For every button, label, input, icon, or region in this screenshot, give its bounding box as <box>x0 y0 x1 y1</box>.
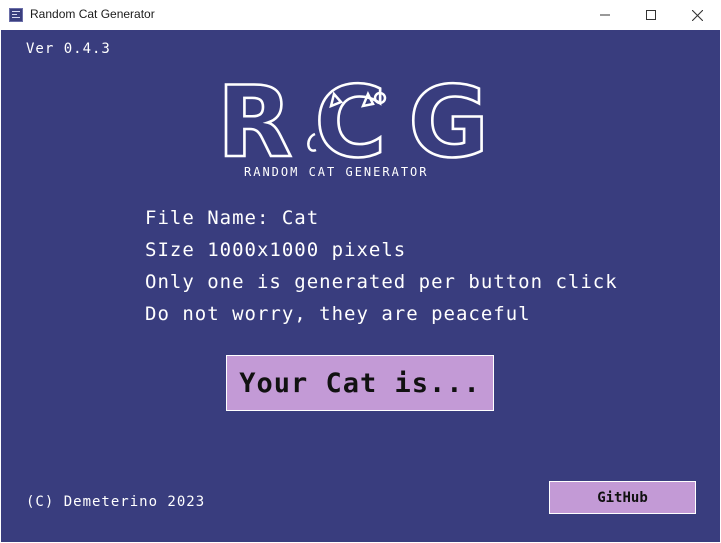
github-button[interactable]: GitHub <box>549 481 696 514</box>
info-block: File Name: Cat SIze 1000x1000 pixels Onl… <box>145 202 618 330</box>
app-window: Random Cat Generator Ver 0.4.3 RCG RANDO… <box>0 0 721 543</box>
maximize-button[interactable] <box>628 0 674 30</box>
info-line-filename: File Name: Cat <box>145 207 320 229</box>
app-subtitle: RANDOM CAT GENERATOR <box>244 165 429 179</box>
info-line-generation: Only one is generated per button click <box>145 271 618 293</box>
main-panel: Ver 0.4.3 RCG RANDOM CAT GENERATOR File … <box>1 30 720 542</box>
svg-text:RCG: RCG <box>217 66 505 164</box>
generate-cat-button[interactable]: Your Cat is... <box>226 355 494 411</box>
rcg-logo: RCG <box>215 64 505 182</box>
maximize-icon <box>646 10 656 20</box>
info-line-note: Do not worry, they are peaceful <box>145 303 531 325</box>
minimize-icon <box>600 14 610 16</box>
copyright-label: (C) Demeterino 2023 <box>26 494 206 510</box>
info-line-size: SIze 1000x1000 pixels <box>145 239 407 261</box>
close-icon <box>691 9 703 21</box>
minimize-button[interactable] <box>582 0 628 30</box>
app-icon <box>9 8 23 22</box>
title-bar[interactable]: Random Cat Generator <box>0 0 721 30</box>
version-label: Ver 0.4.3 <box>26 41 111 57</box>
window-title: Random Cat Generator <box>30 7 155 21</box>
close-button[interactable] <box>674 0 720 30</box>
